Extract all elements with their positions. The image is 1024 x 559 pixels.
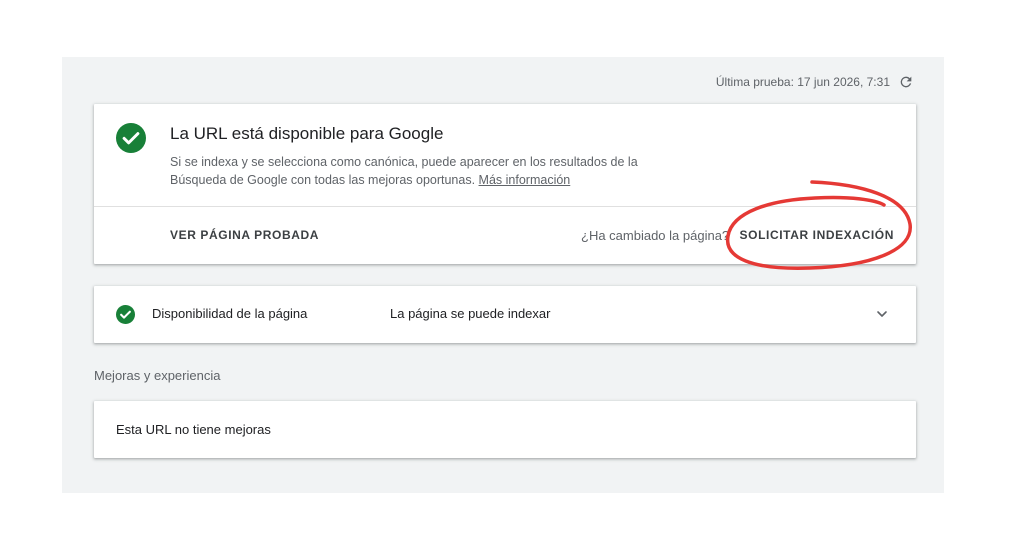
last-test-info: Última prueba: 17 jun 2026, 7:31 bbox=[716, 74, 914, 90]
more-info-link[interactable]: Más información bbox=[479, 173, 571, 187]
check-circle-icon bbox=[116, 123, 146, 153]
availability-label: Disponibilidad de la página bbox=[152, 306, 308, 321]
inspection-panel: Última prueba: 17 jun 2026, 7:31 La URL … bbox=[62, 57, 944, 493]
page-availability-row[interactable]: Disponibilidad de la página La página se… bbox=[94, 286, 916, 343]
chevron-down-icon[interactable] bbox=[876, 308, 888, 320]
url-status-card: La URL está disponible para Google Si se… bbox=[94, 104, 916, 264]
request-indexing-button[interactable]: SOLICITAR INDEXACIÓN bbox=[740, 228, 894, 242]
enhancements-section-label: Mejoras y experiencia bbox=[94, 368, 221, 383]
divider bbox=[94, 206, 916, 207]
view-tested-page-button[interactable]: VER PÁGINA PROBADA bbox=[170, 228, 319, 242]
page-changed-question: ¿Ha cambiado la página? bbox=[581, 228, 730, 243]
status-title: La URL está disponible para Google bbox=[170, 124, 444, 143]
last-test-text: Última prueba: 17 jun 2026, 7:31 bbox=[715, 75, 890, 89]
availability-value: La página se puede indexar bbox=[390, 306, 551, 321]
enhancements-card: Esta URL no tiene mejoras bbox=[94, 401, 916, 458]
status-description: Si se indexa y se selecciona como canóni… bbox=[170, 153, 690, 189]
refresh-icon[interactable] bbox=[898, 74, 914, 90]
no-enhancements-text: Esta URL no tiene mejoras bbox=[116, 422, 271, 437]
check-circle-icon bbox=[116, 305, 135, 324]
